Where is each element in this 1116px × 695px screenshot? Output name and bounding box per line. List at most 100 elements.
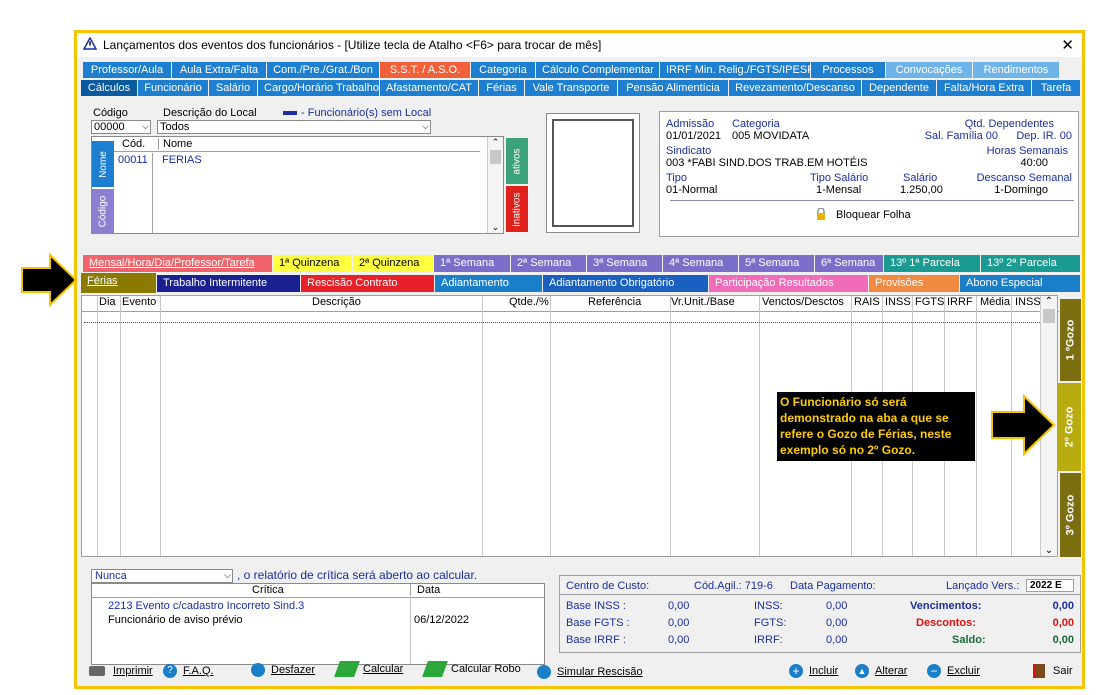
minus-icon: −	[927, 664, 941, 678]
desfazer-button[interactable]: Desfazer	[251, 663, 315, 677]
local-label: Descrição do Local	[163, 107, 257, 119]
tab-salario[interactable]: Salário	[209, 80, 257, 96]
col-cod: Cód.	[122, 138, 146, 150]
critica-select[interactable]: Nunca ⌵	[91, 569, 233, 583]
incluir-button[interactable]: + Incluir	[789, 664, 838, 678]
undo-icon	[251, 663, 265, 677]
col-nome: Nome	[158, 138, 192, 150]
tab-abono[interactable]: Abono Especial	[960, 275, 1080, 292]
tab-irrf[interactable]: IRRF Min. Relig./FGTS/IPESP	[660, 62, 815, 78]
tab-3-gozo[interactable]: 3º Gozo	[1060, 473, 1081, 557]
faq-button[interactable]: ? F.A.Q.	[163, 664, 214, 678]
calcular-button[interactable]: Calcular	[334, 661, 403, 677]
tab-participacao[interactable]: Participação Resultados	[709, 275, 868, 292]
tab-provisoes[interactable]: Provisões	[869, 275, 959, 292]
tab-adiantamento-obrigatorio[interactable]: Adiantamento Obrigatório	[543, 275, 708, 292]
employee-info: Admissão 01/01/2021 Categoria 005 MOVIDA…	[659, 111, 1079, 237]
side-tab-nome[interactable]: Nome	[92, 141, 114, 187]
totals-panel: Centro de Custo: Cód.Agil.: 719-6 Data P…	[559, 575, 1081, 653]
tab-adiantamento[interactable]: Adiantamento	[435, 275, 542, 292]
tab-convocacoes[interactable]: Convocações	[886, 62, 972, 78]
close-icon[interactable]: ✕	[1061, 36, 1074, 54]
chevron-down-icon: ⌵	[142, 121, 149, 131]
tab-com-pre[interactable]: Com./Pre./Grat./Bon	[267, 62, 379, 78]
tab-vale-transporte[interactable]: Vale Transporte	[525, 80, 617, 96]
sair-button[interactable]: Sair	[1033, 664, 1073, 678]
question-icon: ?	[163, 664, 177, 678]
tab-4-semana[interactable]: 4ª Semana	[663, 255, 738, 272]
tab-revezamento[interactable]: Revezamento/Descanso	[729, 80, 861, 96]
photo-frame	[546, 113, 640, 233]
tab-1-semana[interactable]: 1ª Semana	[434, 255, 510, 272]
up-icon: ▲	[855, 664, 869, 678]
ativos-button[interactable]: ativos	[506, 138, 528, 184]
tab-calculos[interactable]: Cálculos	[81, 80, 137, 96]
table-row[interactable]	[84, 322, 1040, 323]
tab-funcionario[interactable]: Funcionário	[138, 80, 208, 96]
tab-13-parcela-1[interactable]: 13º 1ª Parcela	[884, 255, 980, 272]
tab-professor-aula[interactable]: Professor/Aula	[83, 62, 171, 78]
tab-cargo[interactable]: Cargo/Horário Trabalho	[258, 80, 379, 96]
local-select[interactable]: Todos ⌵	[157, 120, 431, 134]
tab-sst[interactable]: S.S.T. / A.S.O.	[380, 62, 470, 78]
tabs-row-1: Professor/Aula Aula Extra/Falta Com./Pre…	[83, 62, 1060, 78]
critica-row[interactable]: 2213 Evento c/cadastro Incorreto Sind.3	[108, 600, 304, 612]
tab-falta-hora-extra[interactable]: Falta/Hora Extra	[937, 80, 1031, 96]
tab-dependente[interactable]: Dependente	[862, 80, 936, 96]
calculator-icon	[334, 661, 360, 677]
alterar-button[interactable]: ▲ Alterar	[855, 664, 907, 678]
tab-2-gozo[interactable]: 2º Gozo	[1058, 383, 1081, 471]
tab-aula-extra[interactable]: Aula Extra/Falta	[172, 62, 266, 78]
tab-2-quinzena[interactable]: 2ª Quinzena	[353, 255, 433, 272]
tab-1-gozo[interactable]: 1 ºGozo	[1060, 299, 1081, 381]
main-window: Lançamentos dos eventos dos funcionários…	[74, 30, 1085, 689]
arrow-left-annotation	[21, 252, 78, 308]
inativos-button[interactable]: inativos	[506, 186, 528, 232]
printer-icon	[89, 666, 105, 676]
tab-processos[interactable]: Processos	[811, 62, 885, 78]
chevron-down-icon: ⌵	[224, 570, 231, 580]
plus-icon: +	[789, 664, 803, 678]
tab-mensal[interactable]: Mensal/Hora/Dia/Professor/Tarefa	[83, 255, 272, 272]
tab-6-semana[interactable]: 6ª Semana	[815, 255, 883, 272]
check-icon	[537, 665, 551, 679]
callout-note: O Funcionário só será demonstrado na aba…	[777, 392, 975, 461]
simular-rescisao-button[interactable]: Simular Rescisão	[537, 665, 643, 679]
tabs-row-2: Cálculos Funcionário Salário Cargo/Horár…	[81, 80, 1081, 96]
tab-pensao[interactable]: Pensão Alimentícia	[618, 80, 728, 96]
tab-rendimentos[interactable]: Rendimentos	[973, 62, 1059, 78]
tab-categoria[interactable]: Categoria	[471, 62, 535, 78]
tab-tarefa[interactable]: Tarefa	[1032, 80, 1080, 96]
tab-ferias[interactable]: Férias	[479, 80, 524, 96]
codigo-select[interactable]: 00000 ⌵	[91, 120, 151, 134]
arrow-right-annotation	[991, 393, 1056, 457]
tab-3-semana[interactable]: 3ª Semana	[587, 255, 662, 272]
tab-calculo-complementar[interactable]: Cálculo Complementar	[536, 62, 659, 78]
warning-icon	[82, 36, 98, 53]
legend-swatch	[283, 111, 297, 115]
tab-ferias-sub[interactable]: Férias	[81, 273, 156, 293]
tab-5-semana[interactable]: 5ª Semana	[739, 255, 814, 272]
window-title: Lançamentos dos eventos dos funcionários…	[103, 38, 602, 52]
tab-afastamento[interactable]: Afastamento/CAT	[380, 80, 478, 96]
calcular-robo-button[interactable]: Calcular Robo	[422, 661, 521, 677]
tab-2-semana[interactable]: 2ª Semana	[511, 255, 586, 272]
legend-text: - Funcionário(s) sem Local	[301, 107, 432, 119]
tab-rescisao[interactable]: Rescisão Contrato	[301, 275, 434, 292]
tab-intermitente[interactable]: Trabalho Intermitente	[157, 275, 300, 292]
codigo-label: Código	[93, 107, 128, 119]
critica-text: , o relatório de crítica será aberto ao …	[237, 568, 478, 582]
exit-door-icon	[1033, 664, 1045, 678]
excluir-button[interactable]: − Excluir	[927, 664, 980, 678]
title-bar: Lançamentos dos eventos dos funcionários…	[77, 33, 1082, 57]
critica-row[interactable]: Funcionário de aviso prévio	[108, 614, 243, 626]
chevron-down-icon: ⌵	[422, 121, 429, 131]
list-scrollbar[interactable]: ⌃ ⌄	[487, 137, 503, 233]
employee-list: Cód. Nome 00011 FERIAS Nome Código ⌃ ⌄	[91, 136, 504, 234]
tab-13-parcela-2[interactable]: 13º 2ª Parcela	[981, 255, 1080, 272]
bloquear-folha-link[interactable]: Bloquear Folha	[836, 209, 911, 221]
tab-1-quinzena[interactable]: 1ª Quinzena	[273, 255, 352, 272]
side-tab-codigo[interactable]: Código	[92, 189, 114, 233]
critica-list: Crítica Data 2213 Evento c/cadastro Inco…	[91, 583, 545, 665]
imprimir-button[interactable]: Imprimir	[89, 665, 153, 677]
